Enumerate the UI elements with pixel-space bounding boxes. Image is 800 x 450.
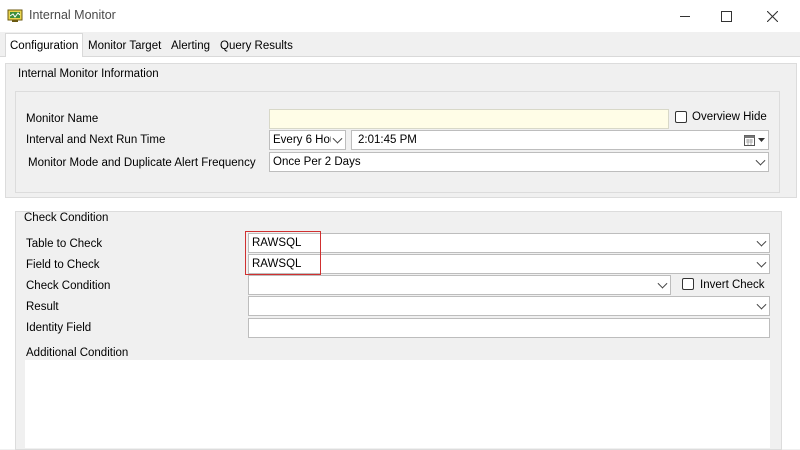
- tab-query-results[interactable]: Query Results: [216, 35, 297, 56]
- monitor-app-icon: [7, 9, 23, 22]
- calendar-icon: [744, 135, 755, 146]
- close-button[interactable]: [749, 0, 795, 32]
- monitor-name-input[interactable]: [269, 109, 669, 129]
- identity-field-label: Identity Field: [26, 322, 92, 334]
- interval-value: Every 6 Hou: [273, 134, 331, 146]
- check-condition-select[interactable]: [248, 275, 671, 295]
- tab-monitor-target[interactable]: Monitor Target: [84, 35, 165, 56]
- identity-field-input[interactable]: [248, 318, 770, 338]
- invert-check-label: Invert Check: [700, 279, 765, 291]
- highlight-box: [245, 231, 321, 275]
- interval-label: Interval and Next Run Time: [26, 134, 166, 146]
- check-condition-label: Check Condition: [26, 280, 111, 292]
- chevron-down-icon: [755, 155, 766, 166]
- info-group-title: Internal Monitor Information: [18, 68, 159, 80]
- result-label: Result: [26, 301, 59, 313]
- overview-hide-label: Overview Hide: [692, 111, 767, 123]
- field-to-check-select[interactable]: RAWSQL: [248, 254, 770, 274]
- mode-value: Once Per 2 Days: [273, 156, 361, 168]
- overview-hide-checkbox[interactable]: [675, 111, 687, 123]
- maximize-icon: [720, 10, 732, 22]
- interval-select[interactable]: Every 6 Hou: [269, 130, 346, 150]
- chevron-down-icon: [756, 257, 767, 268]
- result-select[interactable]: [248, 296, 770, 316]
- window-title: Internal Monitor: [29, 8, 116, 22]
- chevron-down-icon: [657, 278, 668, 289]
- invert-check-checkbox[interactable]: [682, 278, 694, 290]
- next-run-time-picker[interactable]: 2:01:45 PM: [351, 130, 769, 150]
- maximize-button[interactable]: [703, 0, 749, 32]
- monitor-name-label: Monitor Name: [26, 113, 99, 125]
- next-run-time-value: 2:01:45 PM: [358, 134, 417, 146]
- additional-condition-textarea[interactable]: [25, 360, 770, 448]
- chevron-down-icon: [756, 299, 767, 310]
- chevron-down-icon: [332, 133, 343, 144]
- dropdown-arrow-icon: [758, 138, 765, 142]
- close-icon: [766, 10, 778, 22]
- minimize-button[interactable]: [662, 0, 708, 32]
- additional-condition-label: Additional Condition: [26, 347, 129, 359]
- mode-label: Monitor Mode and Duplicate Alert Frequen…: [28, 157, 256, 169]
- table-to-check-label: Table to Check: [26, 238, 103, 250]
- check-group-title: Check Condition: [24, 212, 109, 224]
- chevron-down-icon: [756, 236, 767, 247]
- tab-configuration[interactable]: Configuration: [5, 33, 84, 57]
- table-to-check-select[interactable]: RAWSQL: [248, 233, 770, 253]
- tab-alerting[interactable]: Alerting: [167, 35, 214, 56]
- field-to-check-label: Field to Check: [26, 259, 100, 271]
- mode-select[interactable]: Once Per 2 Days: [269, 152, 769, 172]
- minimize-icon: [680, 15, 690, 17]
